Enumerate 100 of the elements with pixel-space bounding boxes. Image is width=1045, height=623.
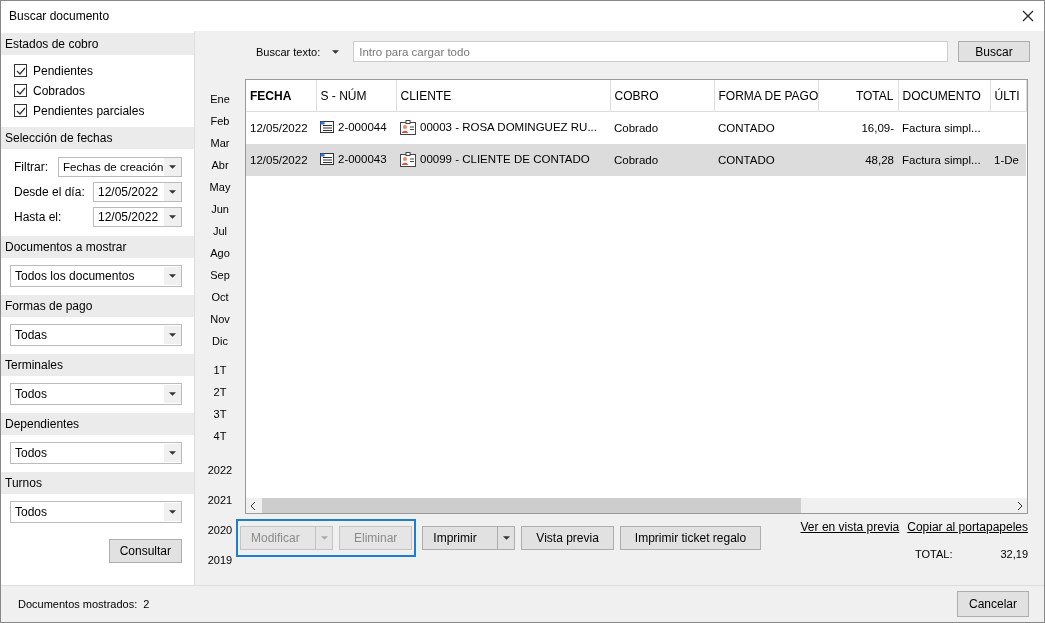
close-icon[interactable] bbox=[1022, 10, 1034, 22]
dropdown-caret-icon[interactable] bbox=[164, 267, 181, 285]
status-count: 2 bbox=[143, 598, 150, 610]
status-label: Documentos mostrados: bbox=[18, 598, 138, 610]
period-link[interactable]: Sep bbox=[210, 264, 230, 286]
table-cell: 16,09- bbox=[861, 122, 894, 134]
search-button[interactable]: Buscar bbox=[958, 41, 1030, 62]
window-title: Buscar documento bbox=[9, 9, 110, 23]
search-label: Buscar texto: bbox=[256, 45, 321, 58]
section-header: Terminales bbox=[1, 354, 194, 376]
list-document-icon bbox=[320, 121, 334, 133]
scroll-right-icon[interactable] bbox=[1017, 500, 1023, 511]
section-header: Selección de fechas bbox=[1, 127, 194, 149]
section-header: Turnos bbox=[1, 472, 194, 494]
checkbox-label: Pendientes parciales bbox=[33, 103, 145, 118]
dropdown[interactable]: 12/05/2022 bbox=[93, 182, 182, 202]
period-link[interactable]: Oct bbox=[211, 286, 229, 308]
action-button[interactable]: Vista previa bbox=[521, 526, 614, 550]
list-document-icon bbox=[320, 153, 334, 165]
period-link[interactable]: 2021 bbox=[207, 485, 233, 515]
field-label: Filtrar: bbox=[14, 160, 48, 174]
period-link[interactable]: 2019 bbox=[207, 545, 233, 575]
section-header: Formas de pago bbox=[1, 295, 194, 317]
field-label: Hasta el: bbox=[14, 210, 62, 224]
section-header: Estados de cobro bbox=[1, 33, 194, 55]
period-link[interactable]: Dic bbox=[212, 330, 228, 352]
dropdown-caret-icon[interactable] bbox=[164, 183, 181, 201]
table-cell: Cobrado bbox=[614, 154, 659, 166]
dropdown[interactable]: 12/05/2022 bbox=[93, 207, 182, 227]
dropdown[interactable]: Todos los documentos bbox=[10, 265, 182, 287]
horizontal-scrollbar[interactable] bbox=[246, 498, 1027, 513]
scroll-left-icon[interactable] bbox=[250, 500, 256, 511]
table-cell: 2-000043 bbox=[338, 153, 387, 165]
period-link[interactable]: Jul bbox=[212, 220, 228, 242]
period-link[interactable]: May bbox=[209, 176, 231, 198]
table-cell: 1-De bbox=[994, 154, 1019, 166]
column-header[interactable]: ÚLTI bbox=[990, 80, 1026, 112]
period-link[interactable]: 1T bbox=[213, 359, 227, 381]
table-row[interactable]: 12/05/2022 2-000044 00003 - ROSA DOMINGUEZ RU... Cobrado CONTADO 16,09- Factura simpl... bbox=[246, 111, 1026, 144]
action-button[interactable]: Imprimir bbox=[422, 526, 516, 550]
table-cell: 12/05/2022 bbox=[250, 154, 308, 166]
column-header[interactable]: FECHA bbox=[246, 80, 316, 112]
section-header: Documentos a mostrar bbox=[1, 236, 194, 258]
column-header[interactable]: DOCUMENTO bbox=[898, 80, 990, 112]
dropdown[interactable]: Todas bbox=[10, 324, 182, 346]
period-link[interactable]: Ago bbox=[210, 242, 230, 264]
total-label: TOTAL: bbox=[914, 548, 953, 560]
dropdown[interactable]: Todos bbox=[10, 383, 182, 405]
period-link[interactable]: Jun bbox=[211, 198, 229, 220]
table-cell: Factura simpl... bbox=[902, 122, 981, 134]
total-value: 32,19 bbox=[1000, 548, 1028, 560]
period-link[interactable]: Feb bbox=[210, 110, 230, 132]
table-cell: Cobrado bbox=[614, 122, 659, 134]
cancel-button[interactable]: Cancelar bbox=[957, 591, 1029, 617]
table-cell: 12/05/2022 bbox=[250, 122, 308, 134]
column-header[interactable]: FORMA DE PAGO bbox=[714, 80, 818, 112]
table-cell: 00003 - ROSA DOMINGUEZ RU... bbox=[420, 121, 597, 133]
period-link[interactable]: 2022 bbox=[207, 455, 233, 485]
dropdown-caret-icon[interactable] bbox=[164, 385, 181, 403]
column-header[interactable]: COBRO bbox=[610, 80, 714, 112]
column-header[interactable]: S - NÚM bbox=[316, 80, 396, 112]
dropdown-caret-icon[interactable] bbox=[164, 444, 181, 462]
dropdown-caret-icon[interactable] bbox=[164, 326, 181, 344]
section-header: Dependientes bbox=[1, 413, 194, 435]
dropdown-caret-icon[interactable] bbox=[332, 49, 340, 54]
consult-button[interactable]: Consultar bbox=[108, 539, 182, 563]
link[interactable]: Copiar al portapapeles bbox=[907, 520, 1028, 534]
checkbox[interactable] bbox=[14, 64, 27, 77]
table-cell: Factura simpl... bbox=[902, 154, 981, 166]
contact-card-icon bbox=[400, 119, 416, 135]
period-link[interactable]: 2T bbox=[213, 381, 227, 403]
table-cell: CONTADO bbox=[718, 122, 775, 134]
contact-card-icon bbox=[400, 151, 416, 167]
checkbox[interactable] bbox=[14, 104, 27, 117]
checkbox-label: Cobrados bbox=[33, 83, 86, 98]
action-button[interactable]: Imprimir ticket regalo bbox=[619, 526, 762, 550]
dropdown-caret-icon[interactable] bbox=[164, 158, 181, 176]
dropdown[interactable]: Fechas de creación bbox=[58, 157, 182, 177]
table-cell: CONTADO bbox=[718, 154, 775, 166]
period-link[interactable]: Nov bbox=[210, 308, 230, 330]
dropdown-caret-icon[interactable] bbox=[164, 503, 181, 521]
period-link[interactable]: Mar bbox=[210, 132, 230, 154]
dropdown-caret-icon[interactable] bbox=[164, 208, 181, 226]
period-link[interactable]: 3T bbox=[213, 403, 227, 425]
period-link[interactable]: Abr bbox=[211, 154, 229, 176]
period-link[interactable]: Ene bbox=[210, 88, 230, 110]
checkbox-label: Pendientes bbox=[33, 63, 94, 78]
dropdown-caret-icon[interactable] bbox=[502, 536, 510, 540]
column-header[interactable]: CLIENTE bbox=[396, 80, 610, 112]
column-header[interactable]: TOTAL bbox=[818, 80, 898, 112]
dropdown[interactable]: Todos bbox=[10, 501, 182, 523]
search-field[interactable]: Intro para cargar todo bbox=[353, 41, 948, 62]
table-cell: 48,28 bbox=[865, 154, 894, 166]
period-link[interactable]: 2020 bbox=[207, 515, 233, 545]
checkbox[interactable] bbox=[14, 84, 27, 97]
link[interactable]: Ver en vista previa bbox=[800, 520, 900, 534]
dropdown[interactable]: Todos bbox=[10, 442, 182, 464]
field-label: Desde el día: bbox=[14, 185, 85, 199]
period-link[interactable]: 4T bbox=[213, 425, 227, 447]
table-cell: 00099 - CLIENTE DE CONTADO bbox=[420, 153, 590, 165]
